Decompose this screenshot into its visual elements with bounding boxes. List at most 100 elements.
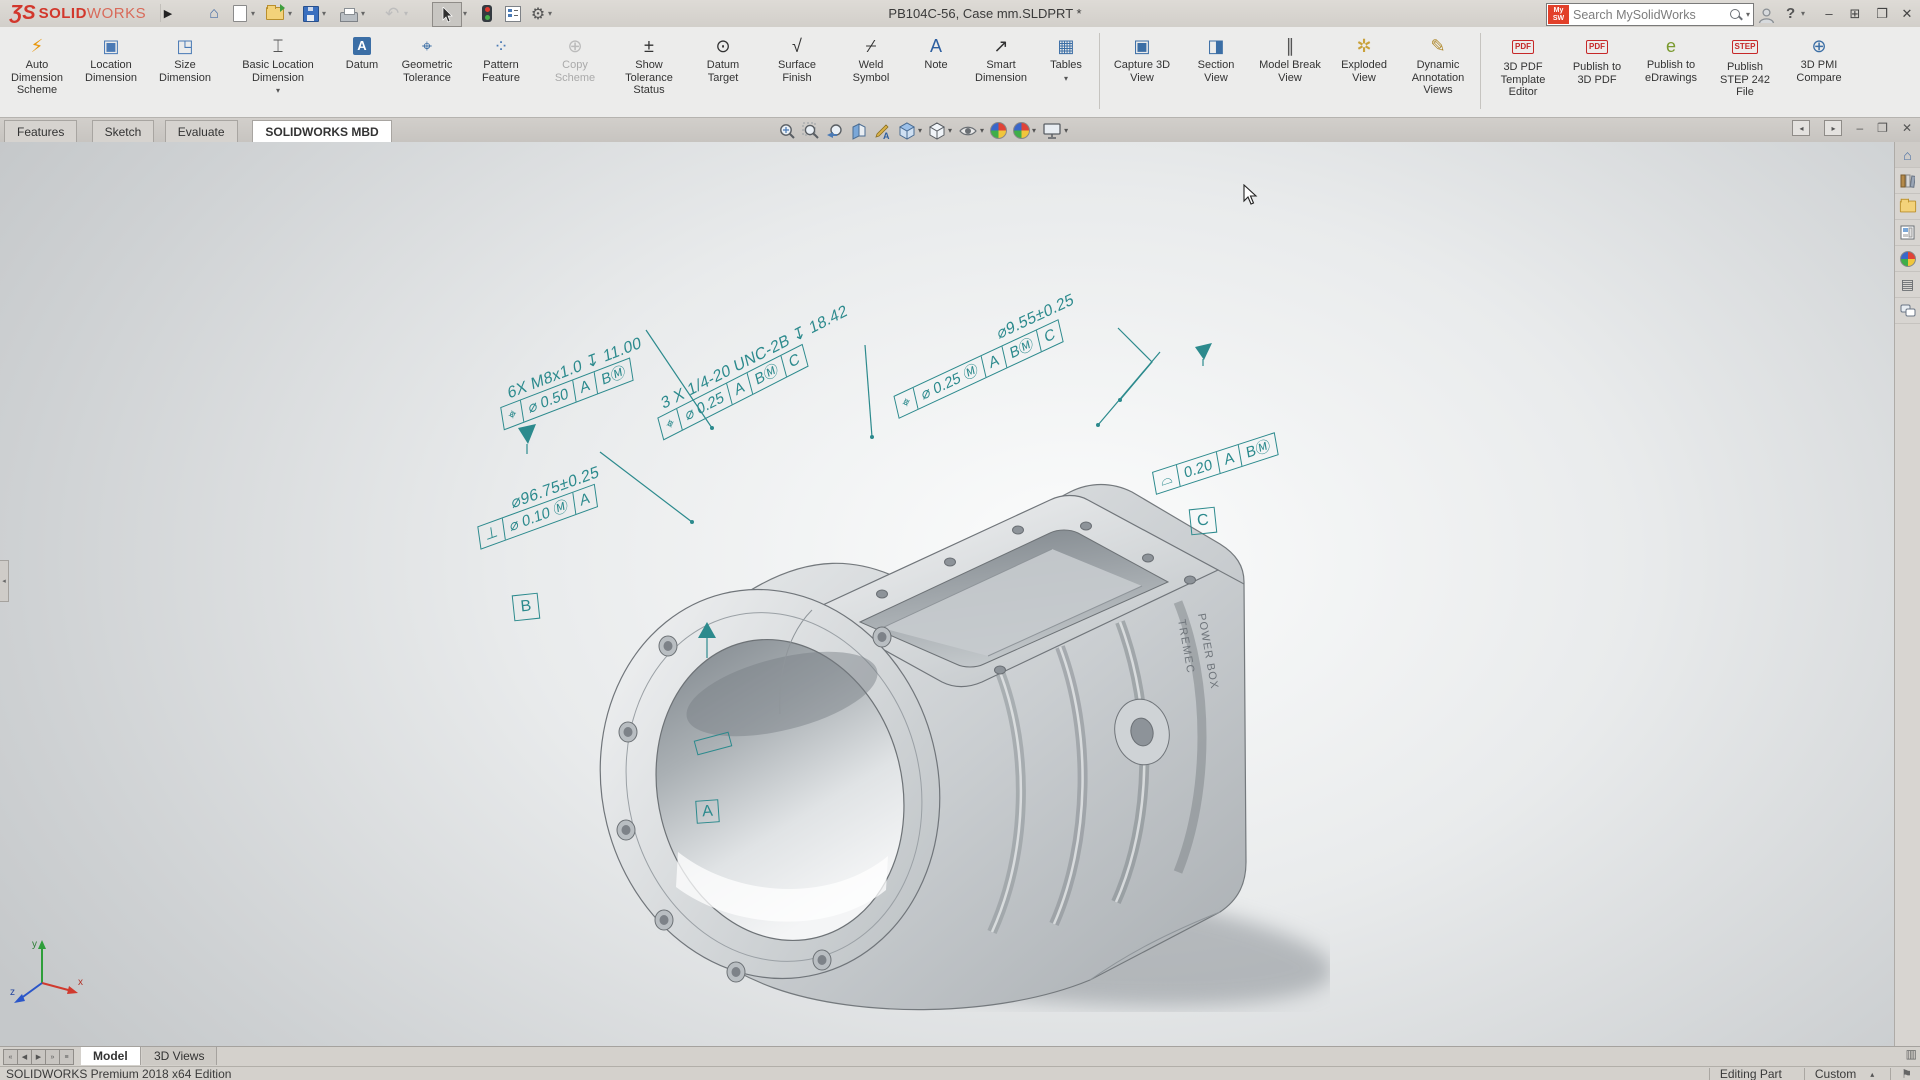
ribbon-button-datum[interactable]: ADatum <box>337 31 387 74</box>
select-dropdown[interactable]: ▾ <box>463 3 467 24</box>
new-document-button[interactable] <box>233 3 247 24</box>
taskpane-custom-properties-icon[interactable]: ▤ <box>1895 272 1920 298</box>
view-orientation-dropdown[interactable]: ▾ <box>918 126 922 135</box>
ribbon-button-geometric-tolerance[interactable]: ⌖Geometric Tolerance <box>393 31 461 86</box>
status-units-arrow[interactable]: ▴ <box>1870 1070 1874 1079</box>
zoom-area-button[interactable] <box>802 122 820 140</box>
ribbon-button-basic-location-dimension[interactable]: ⌶Basic Location Dimension▾ <box>225 31 331 97</box>
taskpane-home-icon[interactable]: ⌂ <box>1895 142 1920 168</box>
ribbon-button-location-dimension[interactable]: ▣Location Dimension <box>77 31 145 86</box>
file-properties-button[interactable] <box>505 3 521 24</box>
sheet-nav-button-1[interactable]: ◀ <box>17 1049 32 1065</box>
status-tag-icon[interactable]: ⚑ <box>1901 1067 1912 1080</box>
save-button[interactable] <box>303 3 319 24</box>
view-settings-button[interactable]: ▾ <box>1042 122 1068 140</box>
new-document-dropdown[interactable]: ▾ <box>251 3 255 24</box>
tab-features[interactable]: Features <box>4 120 77 142</box>
pane-right-toggle[interactable]: ▸ <box>1824 120 1842 136</box>
gdt-annotation-thread-unc[interactable]: 3 X 1/4-20 UNC-2B ↧ 18.42 ⌖⌀ 0.25ABⓂC <box>652 300 856 440</box>
ribbon-button-3d-pmi-compare[interactable]: ⊕3D PMI Compare <box>1785 31 1853 86</box>
print-button[interactable] <box>340 3 358 24</box>
taskpane-file-explorer-icon[interactable] <box>1895 194 1920 220</box>
ribbon-button-section-view[interactable]: ◨Section View <box>1182 31 1250 86</box>
help-dropdown[interactable]: ▾ <box>1801 3 1805 24</box>
options-dropdown[interactable]: ▾ <box>548 3 552 24</box>
undo-button[interactable]: ↶ <box>385 3 399 24</box>
apply-scene-button[interactable]: ▾ <box>1013 122 1036 139</box>
print-dropdown[interactable]: ▾ <box>361 3 365 24</box>
home-button[interactable]: ⌂ <box>203 3 225 24</box>
doc-restore-button[interactable]: ❐ <box>1877 121 1888 135</box>
display-style-dropdown[interactable]: ▾ <box>948 126 952 135</box>
ribbon-button-dynamic-annotation-views[interactable]: ✎Dynamic Annotation Views <box>1404 31 1472 99</box>
tab-solidworks-mbd[interactable]: SOLIDWORKS MBD <box>252 120 391 143</box>
ribbon-button-tables[interactable]: ▦Tables▾ <box>1041 31 1091 85</box>
apply-scene-dropdown[interactable]: ▾ <box>1032 126 1036 135</box>
taskpane-view-palette-icon[interactable] <box>1895 220 1920 246</box>
taskpane-design-library-icon[interactable] <box>1895 168 1920 194</box>
gdt-annotation-hole-9-55[interactable]: ⌀9.55±0.25 ⌖⌀ 0.25 ⓂABⓂC <box>893 317 1064 419</box>
help-button[interactable]: ? <box>1786 3 1795 24</box>
ribbon-button-weld-symbol[interactable]: ⌿Weld Symbol <box>837 31 905 86</box>
options-button[interactable]: ⚙ <box>528 3 548 24</box>
hide-show-items-button[interactable]: ▾ <box>958 122 984 140</box>
status-units[interactable]: Custom <box>1815 1067 1856 1080</box>
ribbon-button-surface-finish[interactable]: √Surface Finish <box>763 31 831 86</box>
ribbon-button-pattern-feature[interactable]: ⁘Pattern Feature <box>467 31 535 86</box>
ribbon-button-auto-dimension-scheme[interactable]: ⚡Auto Dimension Scheme <box>3 31 71 99</box>
search-box[interactable]: MySW Search MySolidWorks ▾ <box>1546 3 1754 26</box>
undo-dropdown[interactable]: ▾ <box>404 3 408 24</box>
close-button[interactable]: ✕ <box>1898 3 1916 24</box>
ribbon-button-datum-target[interactable]: ⊙Datum Target <box>689 31 757 86</box>
ribbon-button-size-dimension[interactable]: ◳Size Dimension <box>151 31 219 86</box>
bottom-tab-model[interactable]: Model <box>81 1047 141 1065</box>
ribbon-button-publish-to-edrawings[interactable]: ePublish to eDrawings <box>1637 31 1705 86</box>
ribbon-button-smart-dimension[interactable]: ↗Smart Dimension <box>967 31 1035 86</box>
datum-label-a[interactable]: A <box>695 799 720 824</box>
tab-evaluate[interactable]: Evaluate <box>165 120 238 142</box>
view-orientation-button[interactable]: ▾ <box>898 122 922 140</box>
ribbon-button-publish-step-242-file[interactable]: STEPPublish STEP 242 File <box>1711 31 1779 101</box>
chevron-down-icon[interactable]: ▾ <box>276 86 280 95</box>
graphics-area[interactable]: TREMEC POWER BOX <box>0 142 1920 1046</box>
sheet-nav-button-0[interactable]: « <box>3 1049 18 1065</box>
login-button[interactable] <box>1758 5 1775 26</box>
view-settings-dropdown[interactable]: ▾ <box>1064 126 1068 135</box>
select-tool-button[interactable] <box>432 2 462 27</box>
bottom-tab-3d-views[interactable]: 3D Views <box>142 1047 217 1065</box>
cascade-windows-button[interactable]: ❐ <box>1873 3 1891 24</box>
sheet-nav-button-4[interactable]: ≡ <box>59 1049 74 1065</box>
doc-close-button[interactable]: ✕ <box>1902 121 1912 135</box>
tab-sketch[interactable]: Sketch <box>92 120 155 142</box>
ribbon-button-publish-to-3d-pdf[interactable]: PDFPublish to 3D PDF <box>1563 31 1631 88</box>
ribbon-button-note[interactable]: ANote <box>911 31 961 74</box>
minimize-button[interactable]: – <box>1820 3 1838 24</box>
menu-flyout-arrow[interactable]: ▶ <box>160 4 175 22</box>
save-dropdown[interactable]: ▾ <box>322 3 326 24</box>
hide-show-items-dropdown[interactable]: ▾ <box>980 126 984 135</box>
ribbon-button-model-break-view[interactable]: ∥Model Break View <box>1256 31 1324 86</box>
dynamic-annotation-button[interactable]: A <box>874 122 892 140</box>
search-input[interactable]: Search MySolidWorks <box>1573 8 1729 22</box>
restore-button[interactable]: ⊞ <box>1846 3 1864 24</box>
sheet-nav-button-3[interactable]: » <box>45 1049 60 1065</box>
previous-view-button[interactable] <box>826 122 844 140</box>
ribbon-button-capture-3d-view[interactable]: ▣Capture 3D View <box>1108 31 1176 86</box>
zoom-fit-button[interactable] <box>778 122 796 140</box>
pane-left-toggle[interactable]: ◂ <box>1792 120 1810 136</box>
datum-label-c[interactable]: C <box>1189 507 1218 536</box>
section-view-button[interactable] <box>850 122 868 140</box>
search-dropdown[interactable]: ▾ <box>1746 10 1750 19</box>
taskpane-appearances-icon[interactable] <box>1895 246 1920 272</box>
search-icon[interactable] <box>1729 8 1743 22</box>
doc-minimize-button[interactable]: – <box>1856 121 1863 135</box>
ribbon-button-show-tolerance-status[interactable]: ±Show Tolerance Status <box>615 31 683 99</box>
gdt-annotation-thread-m8[interactable]: 6X M8x1.0 ↧ 11.00 ⌖⌀ 0.50ABⓂ <box>497 332 646 430</box>
sheet-nav-button-2[interactable]: ▶ <box>31 1049 46 1065</box>
rebuild-button[interactable] <box>482 3 492 24</box>
open-button[interactable] <box>266 3 284 24</box>
taskpane-forum-icon[interactable] <box>1895 298 1920 324</box>
chevron-down-icon[interactable]: ▾ <box>1064 74 1068 83</box>
ribbon-button-3d-pdf-template-editor[interactable]: PDF3D PDF Template Editor <box>1489 31 1557 101</box>
display-style-button[interactable]: ▾ <box>928 122 952 140</box>
